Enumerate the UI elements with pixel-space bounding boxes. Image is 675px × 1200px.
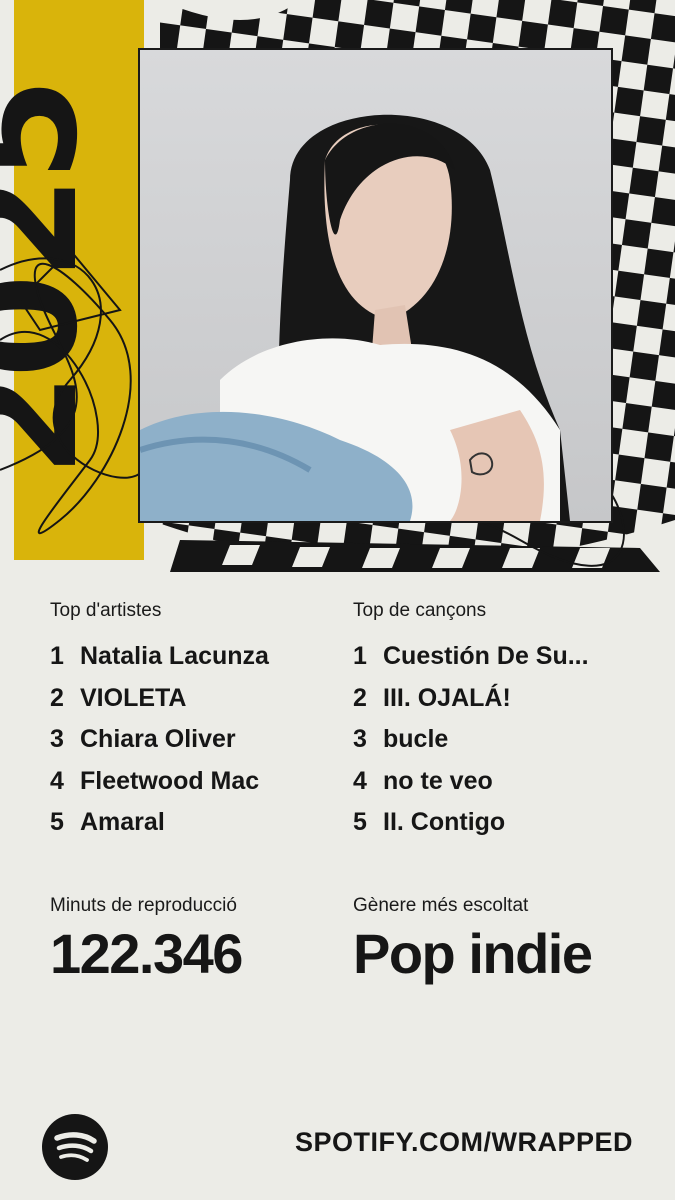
- list-item: 2 III. OJALÁ!: [353, 683, 511, 712]
- minutes-value: 122.346: [50, 922, 243, 985]
- top-songs-title: Top de cançons: [353, 600, 487, 621]
- top-artist-photo: [138, 48, 613, 523]
- minutes-played-stat: Minuts de reproducció 122.346: [50, 895, 243, 986]
- wrapped-url-link[interactable]: SPOTIFY.COM/WRAPPED: [295, 1127, 633, 1158]
- list-item: 3 Chiara Oliver: [50, 725, 236, 753]
- wrapped-artwork: 2025: [0, 0, 675, 572]
- list-item: 2 VIOLETA: [50, 683, 187, 712]
- list-item: 5 Amaral: [50, 808, 165, 836]
- list-item: 4 Fleetwood Mac: [50, 766, 260, 795]
- genre-label: Gènere més escoltat: [353, 895, 529, 916]
- list-item: 1 Cuestión De Su...: [353, 642, 589, 670]
- genre-value: Pop indie: [353, 922, 593, 985]
- spotify-logo-icon: [42, 1114, 108, 1180]
- top-artists-section: Top d'artistes 1 Natalia Lacunza 2 VIOLETA…: [50, 600, 350, 844]
- top-artists-title: Top d'artistes: [50, 600, 162, 621]
- list-item: 5 II. Contigo: [353, 808, 506, 836]
- list-item: 4 no te veo: [353, 766, 493, 795]
- list-item: 3 bucle: [353, 725, 449, 753]
- top-songs-section: Top de cançons 1 Cuestión De Su... 2 III. …: [353, 600, 653, 844]
- top-artists-list: 1 Natalia Lacunza 2 VIOLETA 3 Chiara Oliver…: [50, 636, 350, 844]
- minutes-label: Minuts de reproducció: [50, 895, 237, 916]
- top-songs-list: 1 Cuestión De Su... 2 III. OJALÁ! 3 bucle 4…: [353, 636, 653, 844]
- top-genre-stat: Gènere més escoltat Pop indie: [353, 895, 593, 986]
- list-item: 1 Natalia Lacunza: [50, 642, 269, 670]
